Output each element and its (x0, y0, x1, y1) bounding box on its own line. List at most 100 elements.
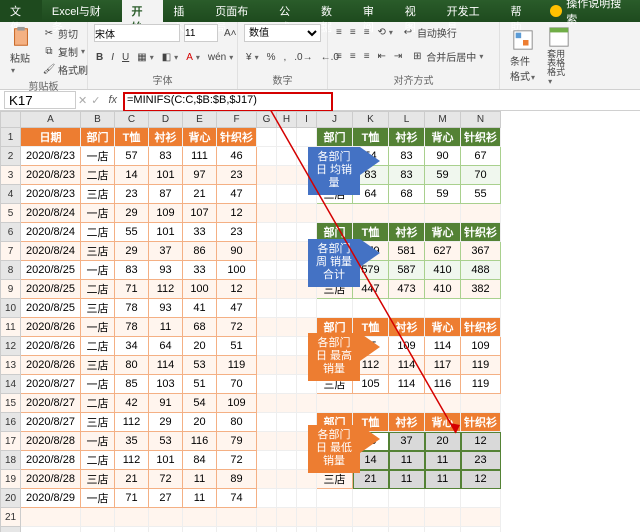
col-head-M[interactable]: M (425, 112, 461, 128)
indent-dec[interactable]: ⇤ (376, 50, 388, 63)
row-head-12[interactable]: 12 (1, 337, 21, 356)
font-name[interactable] (94, 24, 180, 42)
row-head-14[interactable]: 14 (1, 375, 21, 394)
tab-home[interactable]: 开始 (122, 0, 164, 22)
font-size[interactable] (184, 24, 218, 42)
tab-view[interactable]: 视图 (395, 0, 437, 22)
currency-button[interactable]: ¥ (244, 51, 261, 64)
paste-button[interactable]: 粘贴 (6, 24, 36, 78)
formula-bar: ✕ ✓ fx =MINIFS(C:C,$B:$B,$J17) (0, 90, 640, 111)
row-head-13[interactable]: 13 (1, 356, 21, 375)
bold-button[interactable]: B (94, 51, 105, 64)
tab-review[interactable]: 审阅 (353, 0, 395, 22)
orientation[interactable]: ⟲ (376, 26, 395, 39)
name-box[interactable] (4, 91, 76, 109)
align-right[interactable]: ≡ (362, 50, 372, 63)
col-head-G[interactable]: G (257, 112, 277, 128)
tab-file[interactable]: 文件 (0, 0, 42, 22)
phonetic[interactable]: wén (206, 51, 235, 64)
col-head-H[interactable]: H (277, 112, 297, 128)
row-head-6[interactable]: 6 (1, 223, 21, 242)
row-head-10[interactable]: 10 (1, 299, 21, 318)
row-head-20[interactable]: 20 (1, 489, 21, 508)
tab-layout[interactable]: 页面布局 (205, 0, 269, 22)
tab-dev[interactable]: 开发工具 (437, 0, 501, 22)
row-head-8[interactable]: 8 (1, 261, 21, 280)
underline-button[interactable]: U (120, 51, 131, 64)
col-head-E[interactable]: E (183, 112, 217, 128)
col-head-J[interactable]: J (317, 112, 353, 128)
row-head-3[interactable]: 3 (1, 166, 21, 185)
copy-button[interactable]: ⧉复制 (40, 43, 90, 60)
fx-icon[interactable]: fx (102, 94, 123, 106)
tab-insert[interactable]: 插入 (163, 0, 205, 22)
align-mid[interactable]: ≡ (348, 26, 358, 39)
row-head-4[interactable]: 4 (1, 185, 21, 204)
border-button[interactable]: ▦ (135, 51, 155, 64)
col-head-I[interactable]: I (297, 112, 317, 128)
worksheet[interactable]: ABCDEFGHIJKLMN1日期部门T恤衬衫背心针织衫部门T恤衬衫背心针织衫2… (0, 111, 640, 532)
painter-button[interactable]: 🖌格式刷 (40, 61, 90, 78)
wrap-icon: ↩ (401, 26, 415, 40)
cut-label: 剪切 (58, 26, 78, 41)
row-head-19[interactable]: 19 (1, 470, 21, 489)
table-format[interactable]: 套用 表格格式 (543, 24, 574, 88)
inc-decimal[interactable]: .0→ (292, 51, 314, 64)
label-min: 各部门日 最低销量 (308, 425, 360, 473)
align-center[interactable]: ≡ (348, 50, 358, 63)
comma-button[interactable]: , (281, 51, 288, 64)
align-group-label: 对齐方式 (334, 72, 493, 87)
align-top[interactable]: ≡ (334, 26, 344, 39)
row-head-17[interactable]: 17 (1, 432, 21, 451)
number-format[interactable]: 数值 (244, 24, 321, 42)
row-head-15[interactable]: 15 (1, 394, 21, 413)
fill-color[interactable]: ◧ (160, 51, 180, 64)
merge-center[interactable]: ⊞合并后居中 (408, 48, 485, 65)
indent-inc[interactable]: ⇥ (392, 50, 404, 63)
row-head-16[interactable]: 16 (1, 413, 21, 432)
wrap-text[interactable]: ↩自动换行 (399, 24, 459, 41)
cut-button[interactable]: ✂剪切 (40, 25, 90, 42)
font-group-label: 字体 (94, 72, 231, 87)
row-head-22[interactable]: 22 (1, 527, 21, 532)
col-head-N[interactable]: N (461, 112, 501, 128)
col-head-D[interactable]: D (149, 112, 183, 128)
align-left[interactable]: ≡ (334, 50, 344, 63)
col-head-C[interactable]: C (115, 112, 149, 128)
copy-label: 复制 (58, 44, 78, 59)
col-head-F[interactable]: F (217, 112, 257, 128)
tell-me[interactable]: 操作说明搜索 (542, 0, 640, 22)
label-sum: 各部门周 销量合计 (308, 239, 360, 287)
row-head-5[interactable]: 5 (1, 204, 21, 223)
italic-button[interactable]: I (109, 51, 116, 64)
row-head-21[interactable]: 21 (1, 508, 21, 527)
bulb-icon (550, 5, 562, 17)
cond-label: 条件格式 (510, 53, 535, 83)
tab-data[interactable]: 数据 (311, 0, 353, 22)
grow-font[interactable]: A˄ (222, 27, 239, 40)
col-head-K[interactable]: K (353, 112, 389, 128)
align-bot[interactable]: ≡ (362, 26, 372, 39)
formula-input[interactable]: =MINIFS(C:C,$B:$B,$J17) (123, 93, 640, 107)
title-tabs: 文件 Excel与财务 开始 插入 页面布局 公式 数据 审阅 视图 开发工具 … (0, 0, 640, 22)
col-head-A[interactable]: A (21, 112, 81, 128)
label-max: 各部门日 最高销量 (308, 333, 360, 381)
fx-ok[interactable]: ✓ (89, 93, 102, 108)
row-head-7[interactable]: 7 (1, 242, 21, 261)
percent-button[interactable]: % (265, 51, 278, 64)
cond-format[interactable]: 条件格式 (506, 27, 539, 85)
tab-help[interactable]: 帮助 (500, 0, 542, 22)
row-head-2[interactable]: 2 (1, 147, 21, 166)
row-head-11[interactable]: 11 (1, 318, 21, 337)
row-head-1[interactable]: 1 (1, 128, 21, 147)
col-head-B[interactable]: B (81, 112, 115, 128)
row-head-18[interactable]: 18 (1, 451, 21, 470)
tab-formulas[interactable]: 公式 (269, 0, 311, 22)
font-color[interactable]: A (184, 51, 202, 64)
col-head-L[interactable]: L (389, 112, 425, 128)
merge-label: 合并后居中 (426, 49, 476, 64)
fx-cancel[interactable]: ✕ (76, 93, 89, 108)
copy-icon: ⧉ (42, 44, 56, 58)
tab-custom[interactable]: Excel与财务 (42, 0, 122, 22)
row-head-9[interactable]: 9 (1, 280, 21, 299)
